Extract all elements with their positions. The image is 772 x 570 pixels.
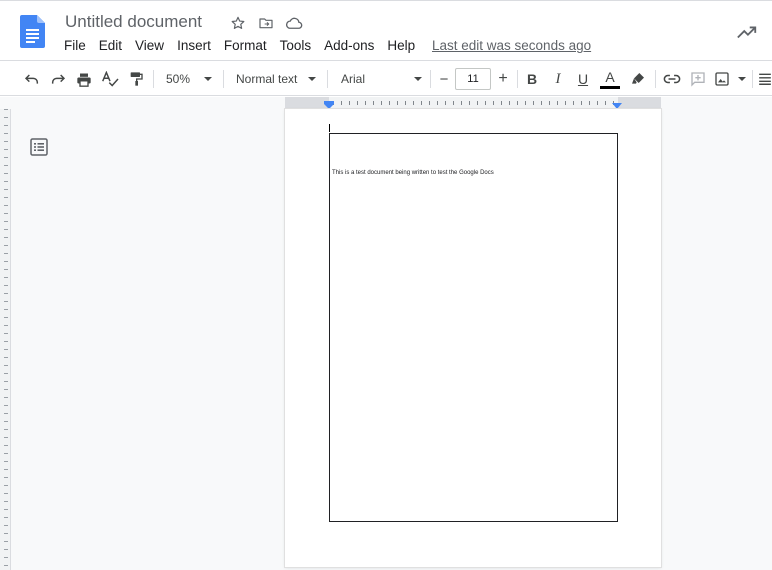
toolbar-divider	[153, 70, 154, 88]
left-indent-marker-icon[interactable]	[324, 101, 334, 109]
chevron-down-icon	[414, 77, 422, 81]
paragraph-style-select[interactable]: Normal text	[232, 68, 320, 90]
chevron-down-icon	[308, 77, 316, 81]
toolbar-divider	[223, 70, 224, 88]
document-title[interactable]: Untitled document	[65, 12, 202, 32]
underline-button[interactable]: U	[573, 68, 593, 90]
text-color-bar	[600, 85, 620, 89]
font-size-input[interactable]: 11	[455, 68, 491, 90]
activity-trend-icon[interactable]	[736, 22, 758, 42]
title-actions	[228, 13, 304, 33]
zoom-select[interactable]: 50%	[162, 68, 216, 90]
ruler-left-margin	[285, 97, 329, 108]
document-body-text[interactable]: This is a test document being written to…	[332, 170, 494, 176]
star-icon[interactable]	[228, 13, 248, 33]
undo-icon[interactable]	[22, 68, 42, 90]
horizontal-ruler[interactable]	[285, 97, 661, 109]
last-edit-link[interactable]: Last edit was seconds ago	[432, 38, 591, 53]
zoom-value: 50%	[166, 72, 191, 86]
toolbar-divider	[517, 70, 518, 88]
print-icon[interactable]	[74, 68, 94, 90]
menu-file[interactable]: File	[64, 38, 86, 53]
menu-view[interactable]: View	[135, 38, 164, 53]
menu-format[interactable]: Format	[224, 38, 267, 53]
formatting-toolbar: 50% Normal text Arial − 11 + B I U A	[0, 60, 772, 96]
right-indent-marker-icon[interactable]	[612, 101, 622, 109]
toolbar-divider	[430, 70, 431, 88]
redo-icon[interactable]	[48, 68, 68, 90]
font-family-value: Arial	[341, 72, 366, 86]
toolbar-divider	[655, 70, 656, 88]
menu-bar: File Edit View Insert Format Tools Add-o…	[64, 38, 428, 53]
text-cursor	[329, 124, 330, 132]
toolbar-divider	[752, 70, 753, 88]
link-icon[interactable]	[662, 68, 682, 90]
cloud-saved-icon[interactable]	[284, 13, 304, 33]
bold-button[interactable]: B	[522, 68, 542, 90]
insert-image-button[interactable]	[714, 68, 746, 90]
document-outline-icon[interactable]	[30, 138, 48, 156]
vertical-ruler[interactable]	[0, 109, 11, 570]
increase-font-size-button[interactable]: +	[493, 68, 513, 90]
toolbar-divider	[327, 70, 328, 88]
text-color-button[interactable]: A	[599, 68, 621, 90]
google-docs-logo-icon[interactable]	[20, 15, 45, 48]
spellcheck-icon[interactable]	[100, 68, 120, 90]
paint-format-icon[interactable]	[126, 68, 146, 90]
font-family-select[interactable]: Arial	[337, 68, 426, 90]
menu-add-ons[interactable]: Add-ons	[324, 38, 374, 53]
paragraph-style-value: Normal text	[236, 72, 298, 86]
comment-icon[interactable]	[688, 68, 708, 90]
image-icon	[715, 72, 729, 86]
decrease-font-size-button[interactable]: −	[434, 68, 454, 90]
menu-help[interactable]: Help	[387, 38, 415, 53]
italic-button[interactable]: I	[548, 68, 568, 90]
docs-header: Untitled document File Edit View Insert …	[0, 0, 772, 60]
ruler-right-margin	[618, 97, 661, 108]
menu-insert[interactable]: Insert	[177, 38, 211, 53]
text-color-glyph: A	[605, 68, 615, 85]
menu-edit[interactable]: Edit	[99, 38, 122, 53]
chevron-down-icon	[738, 77, 746, 81]
highlighter-icon[interactable]	[628, 68, 648, 90]
menu-tools[interactable]: Tools	[280, 38, 312, 53]
align-icon[interactable]	[758, 68, 772, 90]
move-to-folder-icon[interactable]	[256, 13, 276, 33]
bordered-text-box[interactable]	[329, 133, 618, 522]
chevron-down-icon	[204, 77, 212, 81]
